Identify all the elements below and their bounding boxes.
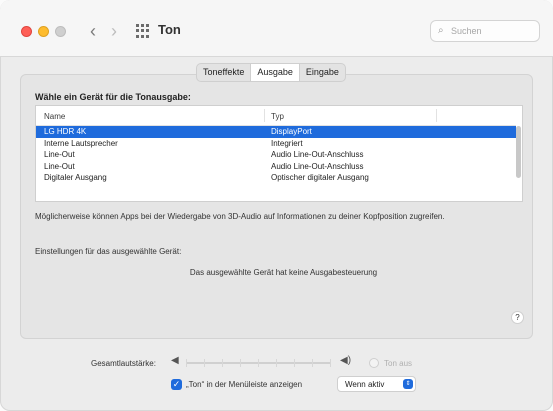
device-name: Line-Out: [44, 161, 75, 171]
device-type: Integriert: [271, 138, 303, 148]
list-scrollbar[interactable]: [516, 126, 521, 178]
device-settings-label: Einstellungen für das ausgewählte Gerät:: [35, 247, 182, 256]
popup-chevron-icon: ⇕: [403, 379, 413, 389]
tab-eingabe[interactable]: Eingabe: [300, 64, 345, 81]
mute-label: Ton aus: [384, 359, 413, 368]
titlebar: ‹ › Ton ⌕ Suchen: [0, 0, 553, 57]
mute-checkbox[interactable]: [369, 358, 379, 368]
device-type: DisplayPort: [271, 127, 312, 136]
column-divider: [264, 109, 265, 122]
device-rows: LG HDR 4K DisplayPort Interne Lautsprech…: [36, 126, 516, 184]
device-name: LG HDR 4K: [44, 127, 87, 136]
show-in-menubar-checkbox[interactable]: ✓: [171, 379, 182, 390]
device-name: Digitaler Ausgang: [44, 173, 107, 183]
close-button[interactable]: [21, 26, 32, 37]
column-header-type[interactable]: Typ: [271, 112, 284, 121]
tab-ausgabe[interactable]: Ausgabe: [251, 64, 300, 81]
device-row[interactable]: LG HDR 4K DisplayPort: [36, 126, 516, 138]
show-in-menubar-label: „Ton“ in der Menüleiste anzeigen: [186, 380, 303, 389]
device-row[interactable]: Digitaler Ausgang Optischer digitaler Au…: [36, 172, 516, 184]
menubar-visibility-popup[interactable]: Wenn aktiv ⇕: [337, 376, 416, 392]
device-name: Line-Out: [44, 150, 75, 160]
list-header: Name Typ: [36, 106, 516, 126]
popup-value: Wenn aktiv: [345, 380, 385, 389]
device-type: Audio Line-Out-Anschluss: [271, 150, 364, 160]
window-title: Ton: [158, 22, 181, 37]
output-device-heading: Wähle ein Gerät für die Tonausgabe:: [35, 92, 191, 102]
volume-label: Gesamtlautstärke:: [91, 359, 156, 368]
search-icon: ⌕: [438, 25, 444, 36]
tab-bar: Toneffekte Ausgabe Eingabe: [196, 63, 346, 82]
column-divider: [436, 109, 437, 122]
forward-chevron-icon[interactable]: ›: [111, 21, 117, 41]
device-name: Interne Lautsprecher: [44, 138, 118, 148]
minimize-button[interactable]: [38, 26, 49, 37]
speaker-low-icon: ◀: [171, 355, 179, 366]
sound-preferences-window: ‹ › Ton ⌕ Suchen Toneffekte Ausgabe Eing…: [0, 0, 553, 411]
device-row[interactable]: Line-Out Audio Line-Out-Anschluss: [36, 161, 516, 173]
back-chevron-icon[interactable]: ‹: [90, 21, 96, 41]
search-placeholder: Suchen: [451, 26, 482, 36]
spatial-audio-info: Möglicherweise können Apps bei der Wiede…: [35, 212, 445, 221]
zoom-button[interactable]: [55, 26, 66, 37]
no-output-control-message: Das ausgewählte Gerät hat keine Ausgabes…: [189, 268, 378, 277]
device-row[interactable]: Interne Lautsprecher Integriert: [36, 138, 516, 150]
speaker-high-icon: ◀): [340, 355, 352, 366]
help-button[interactable]: ?: [511, 311, 524, 324]
search-field[interactable]: ⌕ Suchen: [430, 20, 540, 42]
show-all-grid-icon[interactable]: [136, 24, 150, 38]
device-type: Optischer digitaler Ausgang: [271, 173, 369, 183]
volume-slider-ticks: [186, 359, 331, 367]
tab-toneffekte[interactable]: Toneffekte: [197, 64, 252, 81]
column-header-name[interactable]: Name: [44, 112, 65, 121]
device-row[interactable]: Line-Out Audio Line-Out-Anschluss: [36, 149, 516, 161]
output-device-list[interactable]: Name Typ LG HDR 4K DisplayPort Interne L…: [35, 105, 523, 202]
device-type: Audio Line-Out-Anschluss: [271, 161, 364, 171]
